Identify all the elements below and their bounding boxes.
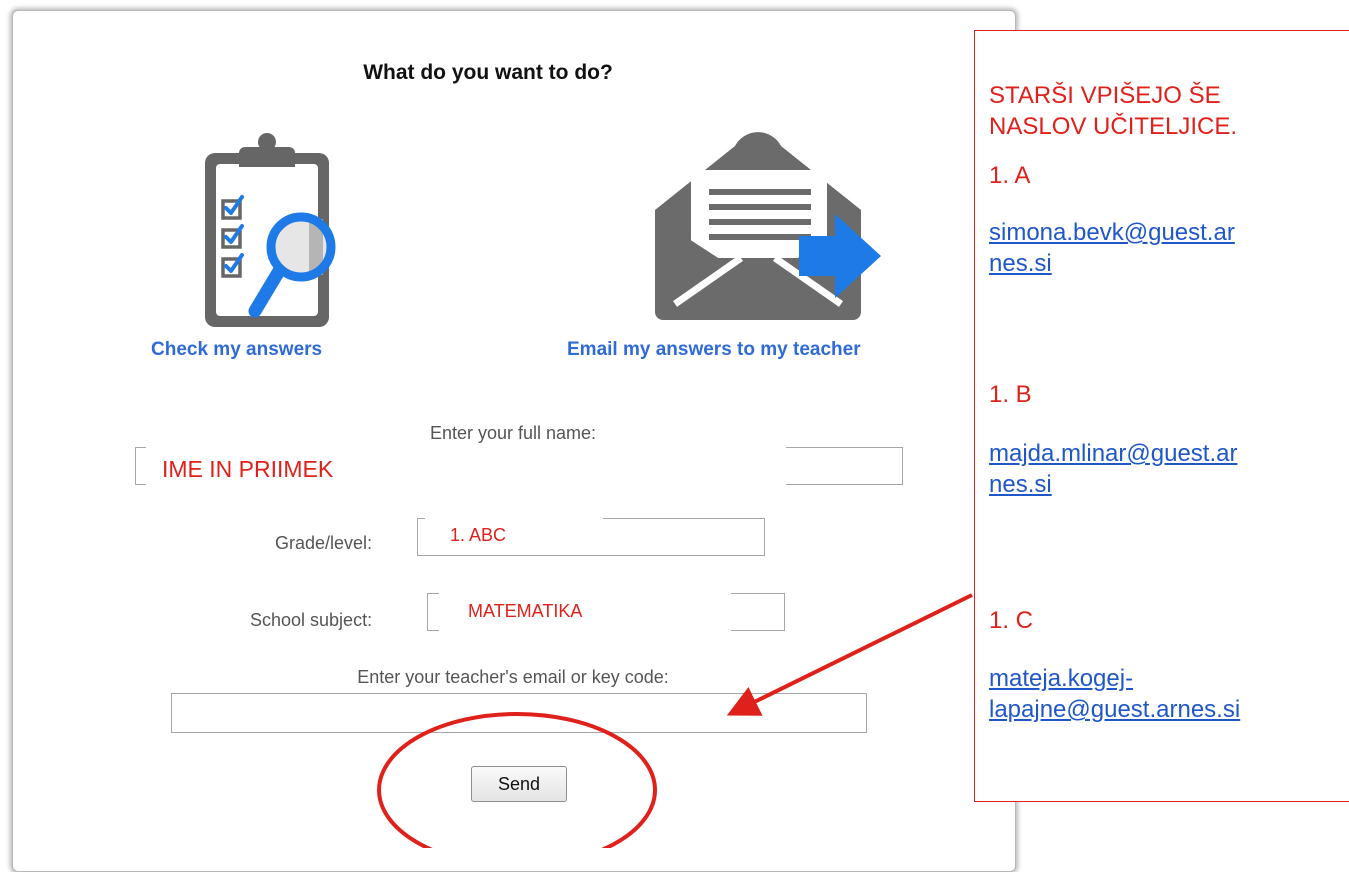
class-c-label: 1. C — [989, 607, 1034, 634]
email-a-link-line1[interactable]: simona.bevk@guest.ar — [989, 217, 1235, 248]
panel-heading-line2: NASLOV UČITELJICE. — [989, 113, 1238, 140]
grade-overlay-text: 1. ABC — [450, 525, 507, 545]
name-overlay-text: IME IN PRIIMEK — [162, 456, 334, 482]
clipboard-magnifier-icon[interactable] — [183, 129, 363, 339]
email-c-link-line1[interactable]: mateja.kogej- — [989, 663, 1133, 694]
dialog-title: What do you want to do? — [363, 61, 613, 84]
email-c-link-line2[interactable]: lapajne@guest.arnes.si — [989, 694, 1240, 725]
name-label: Enter your full name: — [429, 423, 597, 443]
subject-label: School subject: — [250, 610, 373, 630]
teacher-email-label: Enter your teacher's email or key code: — [357, 667, 669, 687]
email-b-link-line2[interactable]: nes.si — [989, 469, 1052, 500]
envelope-arrow-icon[interactable] — [649, 126, 899, 336]
class-a-label: 1. A — [989, 162, 1031, 189]
panel-heading-line1: STARŠI VPIŠEJO ŠE — [989, 82, 1221, 109]
class-b-label: 1. B — [989, 381, 1032, 408]
email-answers-link[interactable]: Email my answers to my teacher — [567, 339, 861, 361]
grade-label: Grade/level: — [275, 533, 373, 553]
email-a-link-line2[interactable]: nes.si — [989, 248, 1052, 279]
subject-overlay-text: MATEMATIKA — [468, 601, 583, 621]
email-b-link-line1[interactable]: majda.mlinar@guest.ar — [989, 438, 1237, 469]
send-button[interactable]: Send — [471, 766, 567, 802]
dialog: What do you want to do? Check my answers… — [12, 10, 1016, 872]
teacher-email-panel: STARŠI VPIŠEJO ŠE NASLOV UČITELJICE. 1. … — [974, 30, 1349, 802]
check-my-answers-link[interactable]: Check my answers — [151, 339, 322, 361]
teacher-email-input[interactable] — [171, 693, 867, 733]
